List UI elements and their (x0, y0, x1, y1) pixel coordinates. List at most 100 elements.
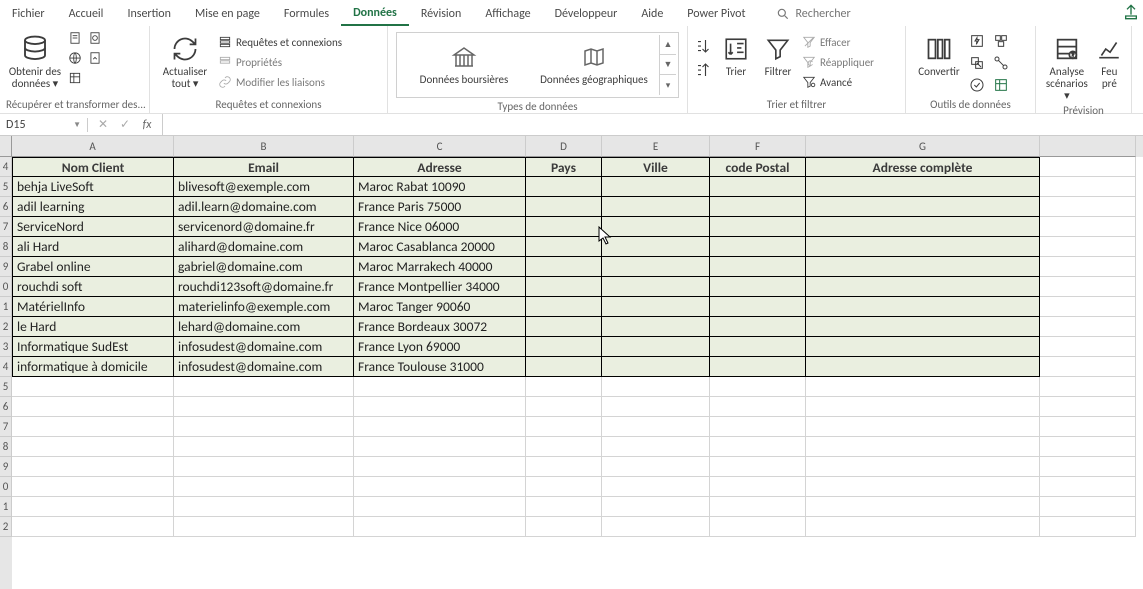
cell[interactable] (602, 177, 710, 197)
gallery-up-icon[interactable]: ▲ (660, 35, 676, 55)
cell[interactable] (806, 517, 1040, 537)
cell[interactable] (710, 337, 806, 357)
cell[interactable]: France Lyon 69000 (354, 337, 526, 357)
cell[interactable] (526, 337, 602, 357)
row-header[interactable]: 9 (0, 457, 12, 477)
data-types-gallery[interactable]: Données boursières Données géographiques… (396, 32, 679, 98)
data-area[interactable]: Nom ClientEmailAdressePaysVillecode Post… (12, 157, 1143, 537)
cell[interactable]: rouchdi123soft@domaine.fr (174, 277, 354, 297)
row-header[interactable]: 2 (0, 317, 12, 337)
cell[interactable] (806, 317, 1040, 337)
clear-filter-button[interactable]: Effacer (800, 34, 876, 50)
cell[interactable] (602, 217, 710, 237)
cell[interactable] (526, 257, 602, 277)
cell[interactable] (710, 217, 806, 237)
row-header[interactable]: 7 (0, 417, 12, 437)
table-header-cell[interactable]: Pays (526, 157, 602, 177)
tab-affichage[interactable]: Affichage (473, 3, 542, 25)
cell[interactable] (526, 417, 602, 437)
cell[interactable] (354, 497, 526, 517)
get-data-button[interactable]: Obtenir des données ▾ (6, 28, 64, 90)
cell[interactable] (526, 397, 602, 417)
cell[interactable] (174, 477, 354, 497)
col-header[interactable]: D (526, 136, 602, 157)
tab-developpeur[interactable]: Développeur (543, 3, 630, 25)
cell[interactable] (806, 417, 1040, 437)
cell[interactable] (710, 437, 806, 457)
cell[interactable] (602, 457, 710, 477)
cell[interactable] (806, 437, 1040, 457)
cell[interactable] (806, 497, 1040, 517)
what-if-button[interactable]: ? Analyse scénarios ▾ (1042, 28, 1092, 102)
tab-revision[interactable]: Révision (409, 3, 473, 25)
cell[interactable]: France Bordeaux 30072 (354, 317, 526, 337)
cell[interactable] (354, 417, 526, 437)
cell[interactable] (526, 237, 602, 257)
cell[interactable] (1040, 177, 1136, 197)
row-header[interactable]: 2 (0, 517, 12, 537)
cell[interactable] (710, 497, 806, 517)
cell[interactable]: Informatique SudEst (12, 337, 174, 357)
cell[interactable]: adil learning (12, 197, 174, 217)
cell[interactable] (602, 277, 710, 297)
cell[interactable] (1040, 277, 1136, 297)
gallery-nav[interactable]: ▲ ▼ ▾ (659, 35, 676, 95)
cell[interactable]: gabriel@domaine.com (174, 257, 354, 277)
table-header-cell[interactable]: Nom Client (12, 157, 174, 177)
cell[interactable] (354, 437, 526, 457)
remove-duplicates-button[interactable] (968, 54, 986, 72)
data-validation-button[interactable] (968, 76, 986, 94)
cell[interactable]: ServiceNord (12, 217, 174, 237)
cell[interactable] (1040, 437, 1136, 457)
cell[interactable] (710, 237, 806, 257)
cell[interactable] (174, 397, 354, 417)
cell[interactable] (354, 477, 526, 497)
cell[interactable] (12, 477, 174, 497)
cell[interactable] (1040, 357, 1136, 377)
cell[interactable] (602, 357, 710, 377)
select-all-corner[interactable] (0, 136, 12, 157)
cell[interactable] (602, 317, 710, 337)
fx-icon[interactable]: fx (136, 118, 158, 132)
edit-links-button[interactable]: Modifier les liaisons (216, 74, 344, 90)
cell[interactable] (1040, 297, 1136, 317)
cell[interactable] (1040, 457, 1136, 477)
cell[interactable] (1040, 157, 1136, 177)
cell[interactable] (1040, 217, 1136, 237)
cell[interactable] (526, 497, 602, 517)
row-header[interactable]: 7 (0, 217, 12, 237)
cell[interactable]: Maroc Casablanca 20000 (354, 237, 526, 257)
cell[interactable] (710, 477, 806, 497)
cell[interactable]: materielinfo@exemple.com (174, 297, 354, 317)
cell[interactable] (526, 517, 602, 537)
cell[interactable] (174, 517, 354, 537)
cell[interactable] (710, 517, 806, 537)
queries-connections-button[interactable]: Requêtes et connexions (216, 34, 344, 50)
row-header[interactable]: 9 (0, 257, 12, 277)
cell[interactable] (806, 177, 1040, 197)
cell[interactable] (710, 397, 806, 417)
cell[interactable] (710, 357, 806, 377)
cell[interactable] (710, 297, 806, 317)
cell[interactable]: France Montpellier 34000 (354, 277, 526, 297)
cell[interactable] (12, 377, 174, 397)
cell[interactable] (806, 237, 1040, 257)
row-header[interactable]: 0 (0, 277, 12, 297)
filter-button[interactable]: Filtrer (758, 28, 798, 78)
cell[interactable] (526, 217, 602, 237)
cell[interactable] (806, 297, 1040, 317)
cell[interactable] (526, 197, 602, 217)
cancel-formula-icon[interactable]: ✕ (92, 117, 114, 132)
refresh-all-button[interactable]: Actualiser tout ▾ (156, 28, 214, 90)
cell[interactable] (806, 217, 1040, 237)
cell[interactable] (806, 257, 1040, 277)
name-box[interactable]: D15▼ (0, 118, 88, 132)
sort-desc-button[interactable] (694, 58, 714, 82)
search-input[interactable] (796, 7, 896, 21)
cell[interactable] (174, 437, 354, 457)
cell[interactable]: MatérielInfo (12, 297, 174, 317)
cell[interactable] (1040, 417, 1136, 437)
cell[interactable] (806, 397, 1040, 417)
cell[interactable] (1040, 497, 1136, 517)
cell[interactable] (710, 277, 806, 297)
